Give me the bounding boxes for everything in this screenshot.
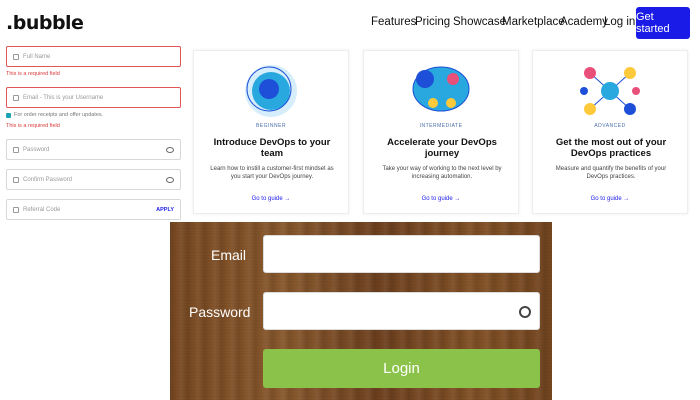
guide-card-advanced[interactable]: ADVANCED Get the most out of your DevOps… (532, 50, 688, 214)
email-field[interactable]: Email - This is your Username (6, 87, 181, 108)
confirm-password-placeholder: Confirm Password (23, 176, 73, 183)
page: .bubble Features Pricing Showcase Market… (0, 0, 700, 400)
email-error: This is a required field (6, 123, 60, 129)
beginner-illustration-icon (245, 65, 297, 117)
password-placeholder: Password (23, 146, 50, 153)
nav-marketplace[interactable]: Marketplace (502, 16, 565, 28)
guide-card-beginner[interactable]: BEGINNER Introduce DevOps to your team L… (193, 50, 349, 214)
apply-button[interactable]: APPLY (156, 207, 174, 213)
card-level: ADVANCED (594, 123, 626, 129)
lock-icon (13, 176, 19, 183)
email-placeholder: Email - This is your Username (23, 94, 104, 101)
mail-icon (13, 94, 19, 101)
confirm-password-field[interactable]: Confirm Password (6, 169, 181, 190)
user-icon (13, 53, 19, 60)
referral-code-field[interactable]: Referral Code APPLY (6, 199, 181, 220)
card-description: Measure and quantify the benefits of you… (555, 166, 667, 180)
advanced-illustration-icon (580, 67, 640, 115)
login-panel: Email Password Login (170, 222, 552, 400)
card-level: INTERMEDIATE (419, 123, 463, 129)
go-to-guide-link[interactable]: Go to guide → (194, 196, 348, 202)
login-button[interactable]: Login (263, 349, 540, 388)
top-nav: .bubble Features Pricing Showcase Market… (0, 0, 700, 44)
full-name-error: This is a required field (6, 71, 60, 77)
email-label: Email (211, 247, 247, 263)
nav-showcase[interactable]: Showcase (453, 16, 506, 28)
go-to-guide-link[interactable]: Go to guide → (364, 196, 518, 202)
bubble-logo[interactable]: .bubble (6, 12, 84, 34)
go-to-guide-link[interactable]: Go to guide → (533, 196, 687, 202)
referral-placeholder: Referral Code (23, 206, 61, 213)
guide-card-intermediate[interactable]: INTERMEDIATE Accelerate your DevOps jour… (363, 50, 519, 214)
offers-text: For order receipts and offer updates. (14, 112, 104, 118)
nav-academy[interactable]: Academy (560, 16, 608, 28)
card-title: Accelerate your DevOps journey (387, 137, 497, 159)
password-field[interactable]: Password (6, 139, 181, 160)
get-started-button[interactable]: Get started (636, 7, 690, 39)
eye-off-icon[interactable] (166, 146, 174, 153)
info-icon (6, 112, 11, 118)
login-email-input[interactable] (263, 235, 540, 273)
people-icon (13, 206, 19, 213)
nav-features[interactable]: Features (371, 16, 416, 28)
card-title: Introduce DevOps to your team (213, 137, 331, 159)
intermediate-illustration-icon (412, 66, 470, 112)
nav-pricing[interactable]: Pricing (415, 16, 450, 28)
full-name-field[interactable]: Full Name (6, 46, 181, 67)
card-description: Learn how to instill a customer-first mi… (210, 166, 334, 180)
nav-login[interactable]: Log in (604, 16, 635, 28)
card-description: Take your way of working to the next lev… (382, 166, 502, 180)
card-level: BEGINNER (255, 123, 287, 129)
show-password-icon[interactable] (519, 306, 531, 318)
card-title: Get the most out of your DevOps practice… (555, 137, 667, 159)
eye-off-icon[interactable] (166, 176, 174, 183)
lock-icon (13, 146, 19, 153)
password-label: Password (189, 304, 251, 320)
offers-note: For order receipts and offer updates. (6, 112, 103, 118)
login-password-input[interactable] (263, 292, 540, 330)
full-name-placeholder: Full Name (23, 53, 51, 60)
